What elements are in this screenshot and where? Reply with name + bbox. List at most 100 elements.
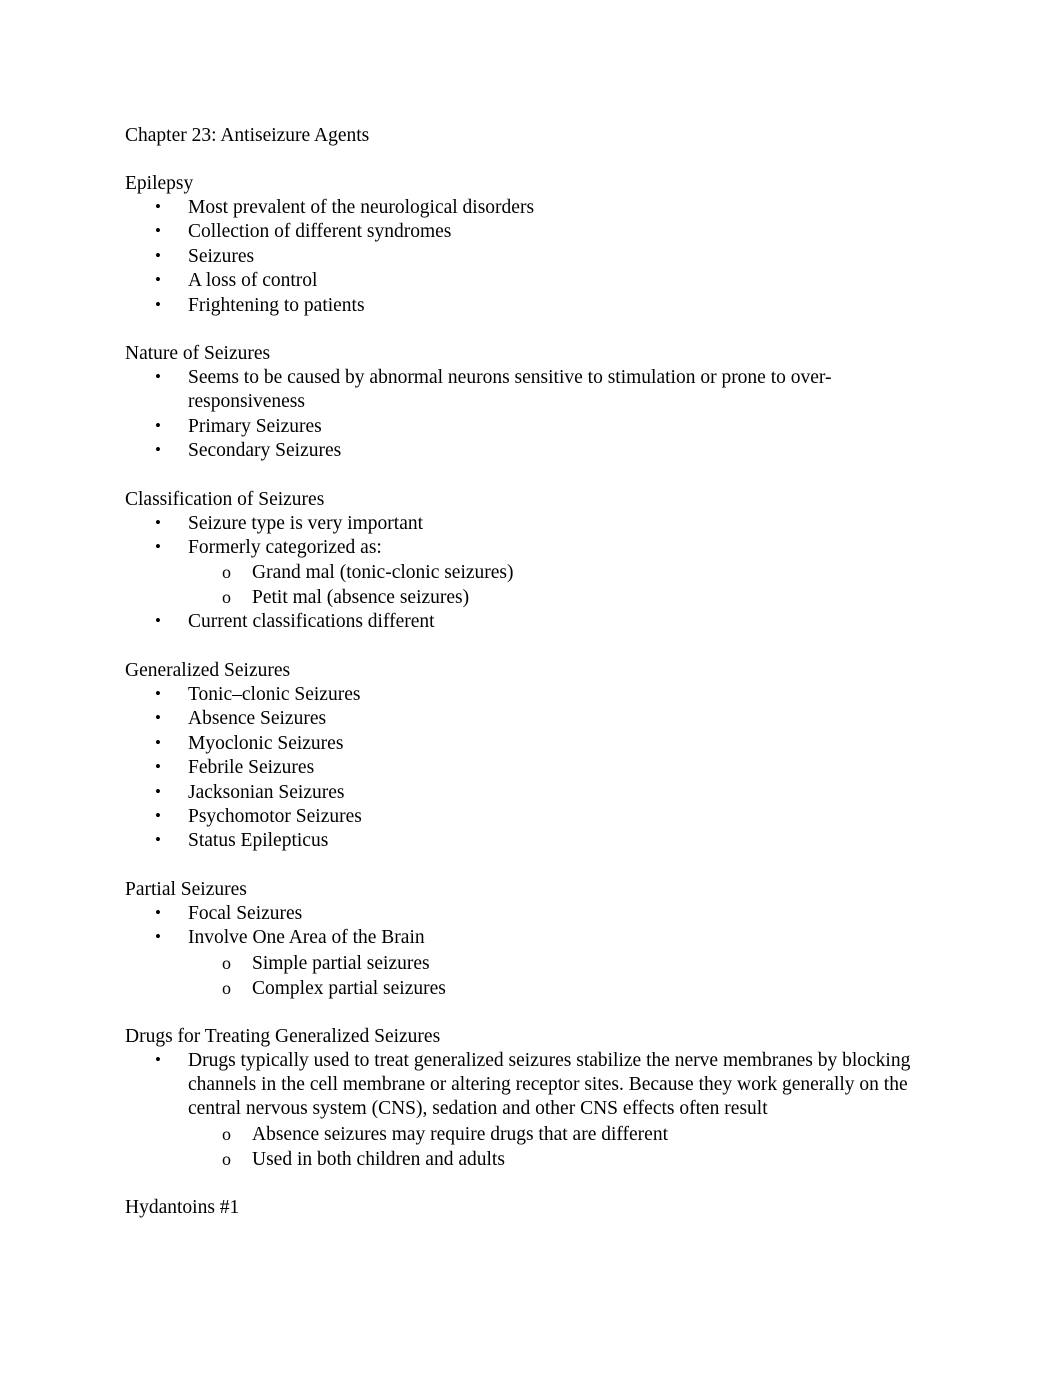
disc-bullet-icon: •	[155, 805, 161, 825]
circle-bullet-icon: o	[222, 977, 231, 998]
bullet-text: Simple partial seizures	[252, 952, 430, 974]
bullet-item: • Status Epilepticus	[125, 829, 915, 853]
disc-bullet-icon: •	[155, 245, 161, 265]
bullet-text: Used in both children and adults	[252, 1148, 505, 1170]
document-page: Chapter 23: Antiseizure Agents Epilepsy •…	[0, 0, 1062, 1377]
bullet-item: • Secondary Seizures	[125, 439, 915, 463]
bullet-text: Formerly categorized as:	[188, 537, 382, 559]
circle-bullet-icon: o	[222, 1148, 231, 1169]
bullet-item: • Febrile Seizures	[125, 756, 915, 780]
section-heading: Classification of Seizures	[125, 488, 325, 510]
bullet-item: • Frightening to patients	[125, 294, 915, 318]
disc-bullet-icon: •	[155, 708, 161, 728]
disc-bullet-icon: •	[155, 512, 161, 532]
section-heading: Epilepsy	[125, 173, 194, 194]
bullet-text: Frightening to patients	[188, 294, 365, 316]
bullet-text: Seizure type is very important	[188, 512, 424, 534]
disc-bullet-icon: •	[155, 781, 161, 801]
sections-container: Epilepsy • Most prevalent of the neurologi…	[125, 172, 915, 1220]
bullet-item: • Psychomotor Seizures	[125, 805, 915, 829]
bullet-text: Absence seizures may require drugs that …	[252, 1123, 669, 1145]
bullet-item: • Jacksonian Seizures	[125, 781, 915, 805]
outline-section: Drugs for Treating Generalized Seizures •…	[125, 1025, 915, 1172]
disc-bullet-icon: •	[155, 732, 161, 752]
bullet-text: Drugs typically used to treat generalize…	[188, 1049, 911, 1120]
bullet-text: Grand mal (tonic-clonic seizures)	[252, 562, 514, 584]
bullet-text: Febrile Seizures	[188, 757, 315, 779]
disc-bullet-icon: •	[155, 367, 161, 387]
disc-bullet-icon: •	[155, 270, 161, 290]
sub-bullet-item: o Complex partial seizures	[125, 976, 915, 1001]
bullet-text: Seems to be caused by abnormal neurons s…	[188, 367, 832, 413]
bullet-text: Primary Seizures	[188, 415, 322, 437]
bullet-item: • Myoclonic Seizures	[125, 732, 915, 756]
bullet-text: Collection of different syndromes	[188, 221, 452, 243]
bullet-item: • Seizures	[125, 245, 915, 269]
outline-section: Classification of Seizures • Seizure type …	[125, 488, 915, 635]
bullet-item: • Most prevalent of the neurological diso…	[125, 196, 915, 220]
disc-bullet-icon: •	[155, 294, 161, 314]
document-title: Chapter 23: Antiseizure Agents	[125, 125, 370, 146]
disc-bullet-icon: •	[155, 440, 161, 460]
bullet-item: • Primary Seizures	[125, 415, 915, 439]
disc-bullet-icon: •	[155, 683, 161, 703]
bullet-text: Myoclonic Seizures	[188, 732, 344, 754]
bullet-text: A loss of control	[188, 270, 318, 292]
bullet-item: • Focal Seizures	[125, 902, 915, 926]
bullet-text: Secondary Seizures	[188, 440, 342, 462]
bullet-text: Seizures	[188, 245, 255, 267]
section-heading: Generalized Seizures	[125, 659, 291, 681]
bullet-item: • Collection of different syndromes	[125, 220, 915, 244]
outline-section: Nature of Seizures • Seems to be caused by…	[125, 342, 915, 464]
circle-bullet-icon: o	[222, 562, 231, 583]
disc-bullet-icon: •	[155, 927, 161, 947]
outline-section: Generalized Seizures • Tonic–clonic Seizur…	[125, 659, 915, 854]
sub-bullet-item: o Absence seizures may require drugs that…	[125, 1122, 915, 1147]
bullet-text: Complex partial seizures	[252, 977, 446, 999]
bullet-item: • Current classifications different	[125, 610, 915, 634]
sub-bullet-item: o Grand mal (tonic-clonic seizures)	[125, 560, 915, 585]
disc-bullet-icon: •	[155, 611, 161, 631]
document-body: Chapter 23: Antiseizure Agents Epilepsy •…	[125, 124, 915, 1220]
bullet-item: • Drugs typically used to treat generaliz…	[125, 1049, 915, 1122]
bullet-text: Status Epilepticus	[188, 830, 329, 852]
bullet-text: Most prevalent of the neurological disor…	[188, 197, 535, 218]
section-heading: Partial Seizures	[125, 878, 247, 900]
bullet-text: Petit mal (absence seizures)	[252, 587, 470, 609]
disc-bullet-icon: •	[155, 197, 161, 216]
outline-section: Epilepsy • Most prevalent of the neurologi…	[125, 172, 915, 318]
disc-bullet-icon: •	[155, 757, 161, 777]
bullet-item: • Seizure type is very important	[125, 512, 915, 536]
bullet-item: • Tonic–clonic Seizures	[125, 683, 915, 707]
bullet-item: • Formerly categorized as:	[125, 536, 915, 560]
bullet-text: Absence Seizures	[188, 708, 327, 730]
outline-section: Partial Seizures • Focal Seizures • Involve …	[125, 878, 915, 1001]
disc-bullet-icon: •	[155, 1049, 161, 1069]
sub-bullet-item: o Used in both children and adults	[125, 1147, 915, 1172]
bullet-text: Jacksonian Seizures	[188, 781, 345, 803]
outline-section: Hydantoins #1	[125, 1196, 915, 1220]
section-heading: Hydantoins #1	[125, 1196, 240, 1218]
section-heading: Drugs for Treating Generalized Seizures	[125, 1025, 441, 1047]
bullet-text: Involve One Area of the Brain	[188, 927, 425, 949]
bullet-text: Tonic–clonic Seizures	[188, 683, 361, 705]
circle-bullet-icon: o	[222, 587, 231, 608]
disc-bullet-icon: •	[155, 537, 161, 557]
circle-bullet-icon: o	[222, 1123, 231, 1144]
bullet-item: • Absence Seizures	[125, 707, 915, 731]
sub-bullet-item: o Simple partial seizures	[125, 951, 915, 976]
section-heading: Nature of Seizures	[125, 343, 271, 365]
bullet-text: Focal Seizures	[188, 902, 303, 924]
disc-bullet-icon: •	[155, 415, 161, 435]
circle-bullet-icon: o	[222, 952, 231, 973]
bullet-text: Psychomotor Seizures	[188, 805, 362, 827]
sub-bullet-item: o Petit mal (absence seizures)	[125, 585, 915, 610]
bullet-text: Current classifications different	[188, 611, 435, 633]
bullet-item: • A loss of control	[125, 269, 915, 293]
disc-bullet-icon: •	[155, 221, 161, 241]
